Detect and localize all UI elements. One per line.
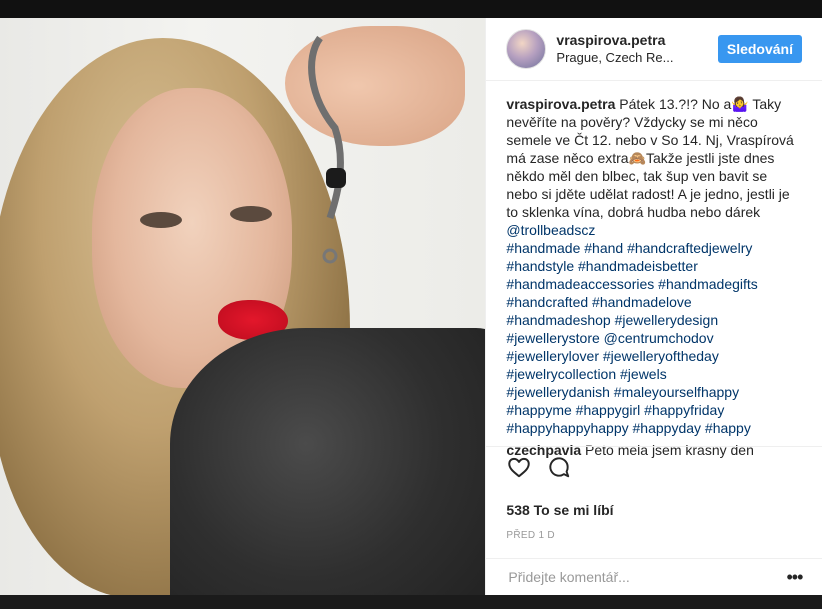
hashtag-line[interactable]: #handcrafted #handmadelove <box>506 293 802 311</box>
comment-icon[interactable] <box>546 454 572 480</box>
caption-text: Pátek 13.?!? No a🤷‍♀️ Taky nevěříte na p… <box>506 96 794 220</box>
post-photo[interactable] <box>0 18 486 595</box>
backdrop <box>0 0 822 18</box>
more-options-icon[interactable]: ••• <box>787 567 804 588</box>
heart-icon[interactable] <box>506 454 532 480</box>
hashtag-line[interactable]: #jewelrycollection #jewels <box>506 365 802 383</box>
username[interactable]: vraspirova.petra <box>556 31 717 49</box>
avatar[interactable] <box>506 29 547 69</box>
hashtag-line[interactable]: #happyme #happygirl #happyfriday <box>506 401 802 419</box>
photo-eye <box>140 212 182 228</box>
hashtag-line[interactable]: #jewellerydanish #maleyourselfhappy <box>506 383 802 401</box>
post-actions <box>486 446 822 486</box>
hashtag-line[interactable]: #handstyle #handmadeisbetter <box>506 257 802 275</box>
hashtag-line[interactable]: #handmade #hand #handcraftedjewelry <box>506 239 802 257</box>
post-sidebar: vraspirova.petra Prague, Czech Re... Sle… <box>485 18 822 595</box>
hashtag-line[interactable]: #jewellerystore @centrumchodov <box>506 329 802 347</box>
comment-box: ••• <box>486 558 822 595</box>
location[interactable]: Prague, Czech Re... <box>556 49 706 67</box>
post-time[interactable]: PŘED 1 D <box>506 530 555 541</box>
hashtag-line[interactable]: #jewellerylover #jewelleryoftheday <box>506 347 802 365</box>
photo-eye <box>230 206 272 222</box>
follow-button[interactable]: Sledování <box>717 35 802 63</box>
user-meta: vraspirova.petra Prague, Czech Re... <box>556 31 717 67</box>
comment-input[interactable] <box>506 568 787 586</box>
photo-sweater <box>170 328 486 595</box>
likes-count[interactable]: 538 To se mi líbí <box>506 502 613 518</box>
post-modal: vraspirova.petra Prague, Czech Re... Sle… <box>0 18 822 595</box>
backdrop-bottom <box>0 595 822 609</box>
caption-username[interactable]: vraspirova.petra <box>506 96 615 112</box>
hashtag-line[interactable]: #handmadeaccessories #handmadegifts <box>506 275 802 293</box>
caption: vraspirova.petra Pátek 13.?!? No a🤷‍♀️ T… <box>506 95 802 437</box>
hashtag-line[interactable]: #handmadeshop #jewellerydesign <box>506 311 802 329</box>
hashtag-line[interactable]: #happyhappyhappy #happyday #happy <box>506 419 802 437</box>
post-header: vraspirova.petra Prague, Czech Re... Sle… <box>486 18 822 81</box>
comments-area: vraspirova.petra Pátek 13.?!? No a🤷‍♀️ T… <box>486 81 822 465</box>
bracelet-graphic <box>308 35 346 264</box>
mention-link[interactable]: @trollbeadscz <box>506 222 595 238</box>
